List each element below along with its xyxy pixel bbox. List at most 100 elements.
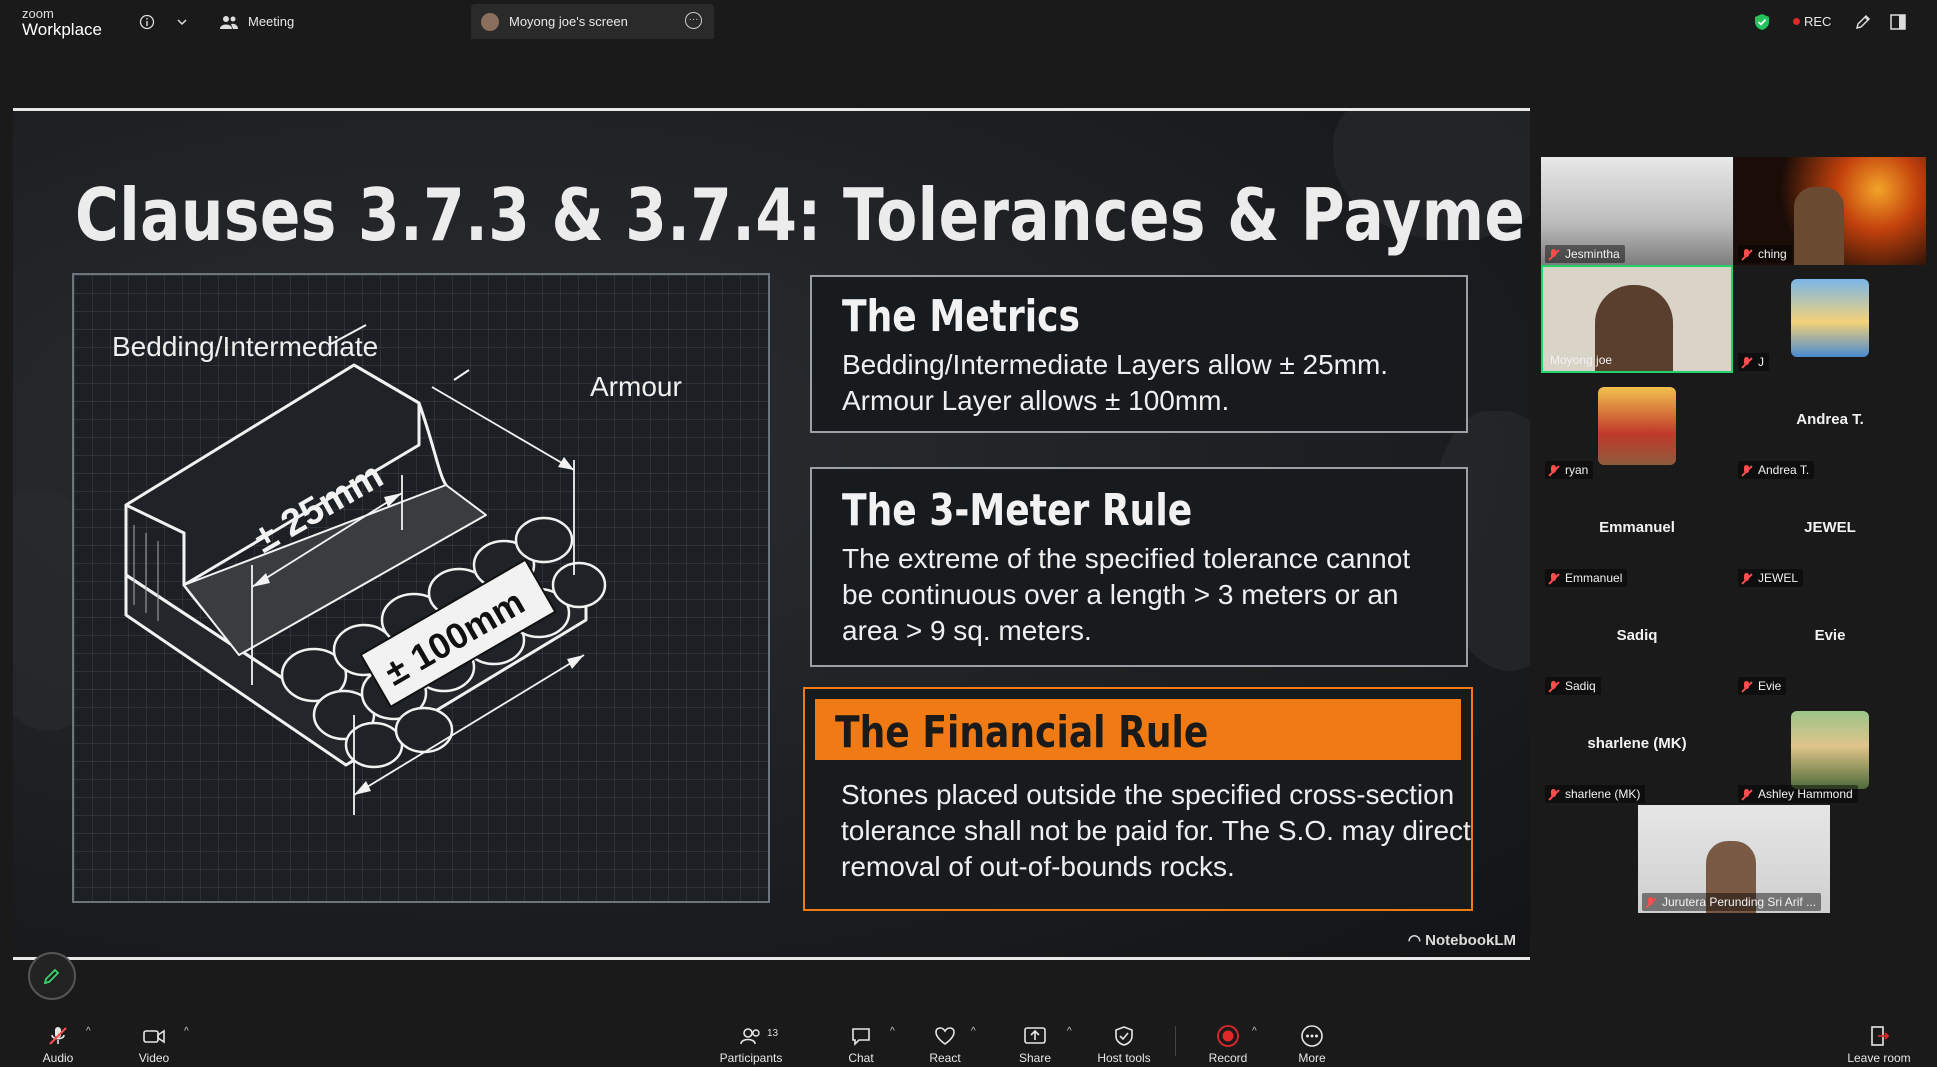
- participant-tile[interactable]: Jesmintha: [1541, 157, 1733, 265]
- participant-tile[interactable]: JEWEL JEWEL: [1734, 481, 1926, 589]
- record-label: Record: [1208, 1051, 1248, 1065]
- participant-tile[interactable]: Jurutera Perunding Sri Arif ...: [1638, 805, 1830, 913]
- annotate-icon[interactable]: [1854, 0, 1872, 43]
- screen-share-tab[interactable]: Moyong joe's screen ···: [471, 4, 714, 39]
- participant-name: ching: [1758, 247, 1787, 261]
- mic-muted-icon: [1741, 356, 1752, 368]
- avatar: [1598, 387, 1676, 465]
- more-options-icon[interactable]: ···: [685, 12, 702, 29]
- mic-muted-icon: [1548, 680, 1559, 692]
- shield-icon: [1115, 1026, 1133, 1046]
- record-options-chevron-icon[interactable]: ^: [1252, 1026, 1257, 1037]
- shared-screen: Clauses 3.7.3 & 3.7.4: Tolerances & Paym…: [13, 108, 1530, 960]
- participant-name-tag: Andrea T.: [1738, 461, 1815, 479]
- annotate-pen-button[interactable]: [28, 952, 76, 1000]
- financial-rule-title: The Financial Rule: [835, 707, 1209, 758]
- participant-name-tag: sharlene (MK): [1545, 785, 1646, 803]
- participant-tile[interactable]: ching: [1734, 157, 1926, 265]
- recording-indicator[interactable]: REC: [1793, 0, 1831, 43]
- participant-name: Moyong joe: [1550, 353, 1613, 367]
- chevron-down-icon[interactable]: [176, 0, 188, 43]
- chat-button[interactable]: Chat: [848, 1014, 874, 1067]
- chat-options-chevron-icon[interactable]: ^: [890, 1026, 895, 1037]
- three-meter-rule-card: The 3-Meter Rule The extreme of the spec…: [810, 467, 1468, 667]
- financial-rule-card: The Financial Rule Stones placed outside…: [803, 687, 1473, 911]
- top-bar: zoom Workplace Meeting Moyong joe's scre…: [0, 0, 1937, 43]
- record-button[interactable]: Record: [1208, 1014, 1248, 1067]
- participant-tile[interactable]: sharlene (MK) sharlene (MK): [1541, 697, 1733, 805]
- record-icon: [1217, 1025, 1239, 1047]
- avatar: [1791, 711, 1869, 789]
- meeting-toolbar: Audio ^ Video ^ Participants 13 Chat ^ R…: [0, 1014, 1937, 1067]
- participant-tile[interactable]: Ashley Hammond: [1734, 697, 1926, 805]
- chat-bubble-icon: [852, 1028, 870, 1046]
- leave-room-button[interactable]: Leave room: [1846, 1014, 1912, 1067]
- mic-muted-icon: [1548, 788, 1559, 800]
- participant-name-tag: Ashley Hammond: [1738, 785, 1858, 803]
- armour-label: Armour: [590, 371, 682, 402]
- avatar: [1791, 279, 1869, 357]
- pencil-icon: [43, 968, 60, 985]
- video-options-chevron-icon[interactable]: ^: [184, 1026, 189, 1037]
- card-line: removal of out-of-bounds rocks.: [841, 851, 1235, 882]
- participant-tile[interactable]: Emmanuel Emmanuel: [1541, 481, 1733, 589]
- participant-tile[interactable]: J: [1734, 265, 1926, 373]
- participant-tile[interactable]: Evie Evie: [1734, 589, 1926, 697]
- audio-options-chevron-icon[interactable]: ^: [86, 1026, 91, 1037]
- participant-tile[interactable]: Sadiq Sadiq: [1541, 589, 1733, 697]
- participants-icon: [740, 1028, 760, 1045]
- card-line: Armour Layer allows ± 100mm.: [842, 385, 1230, 416]
- meeting-info-icon[interactable]: [139, 0, 155, 43]
- participant-name: Andrea T.: [1758, 463, 1810, 477]
- participant-name-tag: ching: [1738, 245, 1792, 263]
- mic-muted-icon: [1645, 896, 1656, 908]
- audio-button[interactable]: Audio: [40, 1014, 76, 1067]
- participant-tile[interactable]: ryan: [1541, 373, 1733, 481]
- share-options-chevron-icon[interactable]: ^: [1067, 1026, 1072, 1037]
- react-options-chevron-icon[interactable]: ^: [971, 1026, 976, 1037]
- share-button[interactable]: Share: [1019, 1014, 1051, 1067]
- participant-name: Sadiq: [1565, 679, 1596, 693]
- toolbar-divider: [1175, 1026, 1176, 1056]
- card-line: tolerance shall not be paid for. The S.O…: [841, 815, 1471, 846]
- share-screen-icon: [1024, 1027, 1046, 1044]
- bedding-label: Bedding/Intermediate: [112, 331, 379, 362]
- more-dots-icon: [1301, 1025, 1323, 1047]
- participant-name: ryan: [1565, 463, 1589, 477]
- participant-name-tag: Moyong joe: [1547, 351, 1617, 369]
- screen-tab-label: Moyong joe's screen: [509, 14, 628, 29]
- video-label: Video: [138, 1051, 170, 1065]
- notebooklm-watermark: ◠ NotebookLM: [1408, 931, 1516, 949]
- notebooklm-logo-icon: ◠: [1407, 932, 1426, 949]
- host-tools-label: Host tools: [1097, 1051, 1151, 1065]
- cross-section-drawing: ± 25mm ± 100mm: [124, 324, 607, 815]
- host-tools-button[interactable]: Host tools: [1094, 1014, 1154, 1067]
- security-shield-icon[interactable]: [1754, 0, 1770, 43]
- meeting-tab-label: Meeting: [248, 14, 295, 29]
- participant-name: Jurutera Perunding Sri Arif ...: [1662, 895, 1817, 909]
- participants-label: Participants: [719, 1051, 783, 1065]
- participant-name-tag: Sadiq: [1545, 677, 1601, 695]
- leave-door-icon: [1871, 1026, 1890, 1046]
- meeting-tab[interactable]: Meeting: [220, 0, 294, 43]
- mic-muted-icon: [1741, 680, 1752, 692]
- audio-label: Audio: [42, 1051, 74, 1065]
- participant-tile[interactable]: Moyong joe: [1541, 265, 1733, 373]
- people-icon: [220, 15, 238, 29]
- video-camera-icon: [143, 1029, 165, 1044]
- view-layout-icon[interactable]: [1890, 0, 1906, 43]
- card-line: be continuous over a length > 3 meters o…: [842, 579, 1399, 610]
- leave-room-label: Leave room: [1847, 1051, 1911, 1065]
- more-button[interactable]: More: [1296, 1014, 1328, 1067]
- react-label: React: [929, 1051, 961, 1065]
- participants-button[interactable]: Participants: [718, 1014, 784, 1067]
- zoom-logo: zoom Workplace: [22, 7, 102, 38]
- react-button[interactable]: React: [929, 1014, 961, 1067]
- more-label: More: [1298, 1051, 1326, 1065]
- video-button[interactable]: Video: [136, 1014, 172, 1067]
- mic-muted-icon: [1548, 248, 1559, 260]
- heart-icon: [935, 1027, 955, 1045]
- participant-tile[interactable]: Andrea T. Andrea T.: [1734, 373, 1926, 481]
- mic-muted-icon: [49, 1027, 67, 1045]
- participant-display-name: Sadiq: [1616, 627, 1658, 644]
